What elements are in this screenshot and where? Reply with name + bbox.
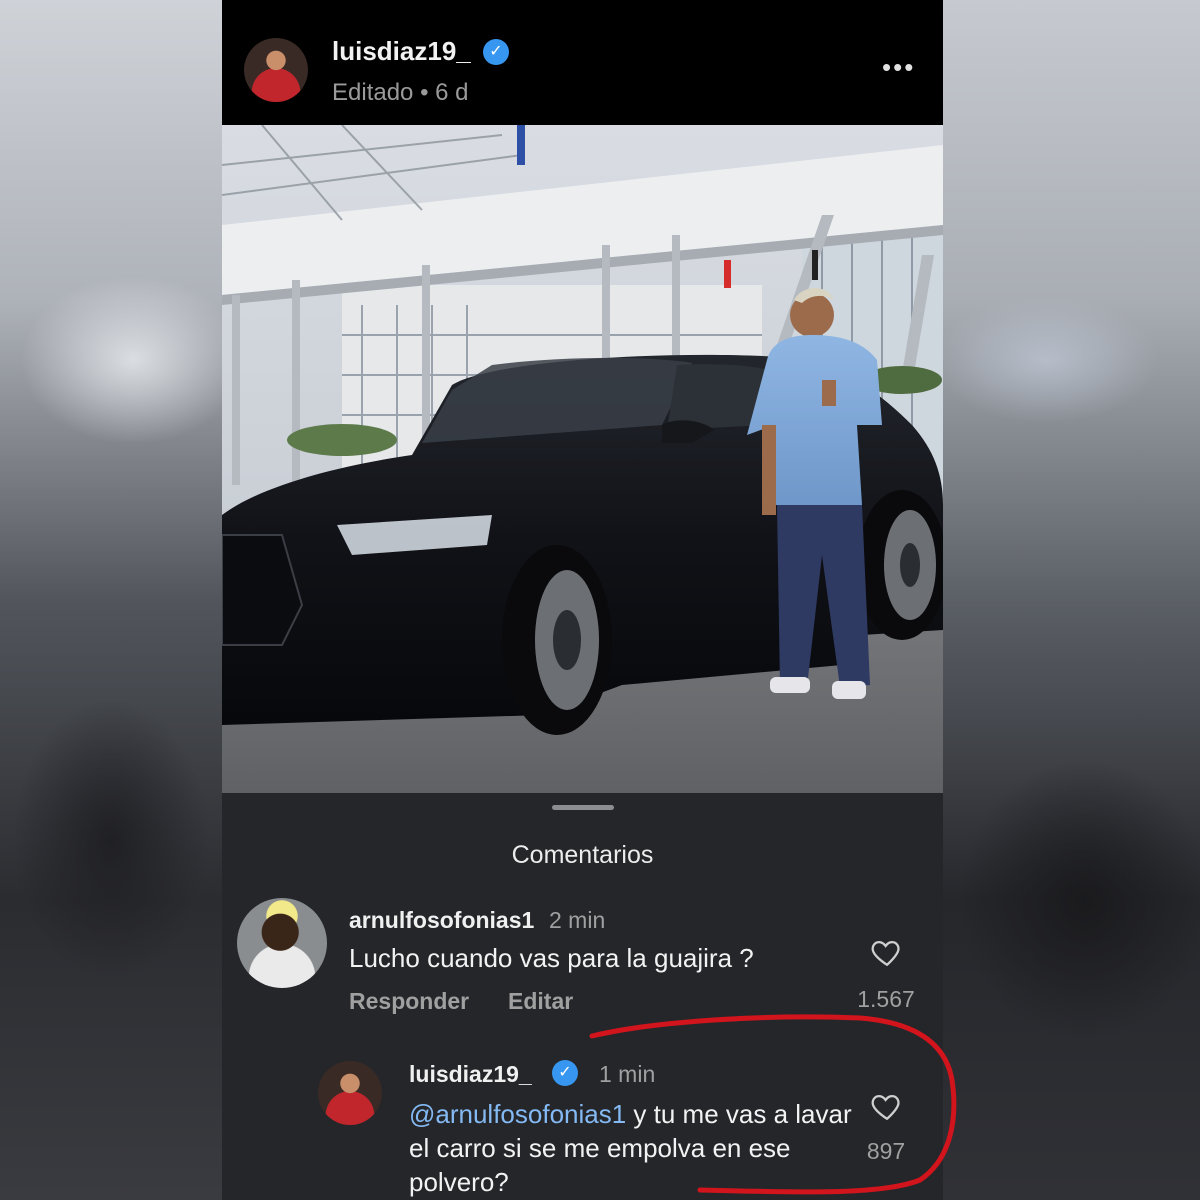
instagram-post-screen: luisdiaz19_ ✓ Editado • 6 d ••• Comentar…	[222, 0, 943, 1200]
comment-username[interactable]: arnulfosofonias1	[349, 907, 534, 934]
reply-avatar[interactable]	[318, 1061, 382, 1125]
post-meta: Editado • 6 d	[332, 79, 469, 106]
reply-button[interactable]: Responder	[349, 988, 469, 1015]
reply-text: @arnulfosofonias1 y tu me vas a lavar el…	[409, 1097, 859, 1199]
comments-sheet: Comentarios arnulfosofonias1 2 min Lucho…	[222, 793, 943, 1200]
commenter-avatar[interactable]	[237, 898, 327, 988]
edit-button[interactable]: Editar	[508, 988, 573, 1015]
reply-like-count: 897	[866, 1138, 906, 1164]
comment-text: Lucho cuando vas para la guajira ?	[349, 943, 754, 973]
reply-username[interactable]: luisdiaz19_	[409, 1061, 532, 1088]
post-username[interactable]: luisdiaz19_	[332, 36, 471, 67]
reply-text-line3: polvero?	[409, 1167, 509, 1197]
like-count: 1.567	[857, 986, 915, 1012]
mention-link[interactable]: @arnulfosofonias1	[409, 1099, 626, 1129]
reply-time: 1 min	[599, 1061, 656, 1087]
like-heart-icon[interactable]	[869, 1089, 905, 1123]
verified-badge-icon: ✓	[483, 39, 509, 65]
post-photo[interactable]	[222, 125, 943, 793]
post-header: luisdiaz19_ ✓ Editado • 6 d •••	[222, 0, 943, 125]
comments-title: Comentarios	[511, 841, 654, 869]
reply-text-line2: el carro si se me empolva en ese	[409, 1133, 791, 1163]
sheet-drag-handle[interactable]	[552, 805, 614, 810]
blurred-background-left	[0, 0, 222, 1200]
blurred-background-right	[943, 0, 1200, 1200]
car-photo-illustration	[222, 125, 943, 793]
like-heart-icon[interactable]	[869, 935, 905, 969]
reply-text-line1: y tu me vas a lavar	[626, 1099, 852, 1129]
comment-time: 2 min	[549, 907, 606, 933]
verified-badge-icon: ✓	[552, 1060, 578, 1086]
user-avatar[interactable]	[244, 38, 308, 102]
more-options-icon[interactable]: •••	[882, 52, 915, 83]
